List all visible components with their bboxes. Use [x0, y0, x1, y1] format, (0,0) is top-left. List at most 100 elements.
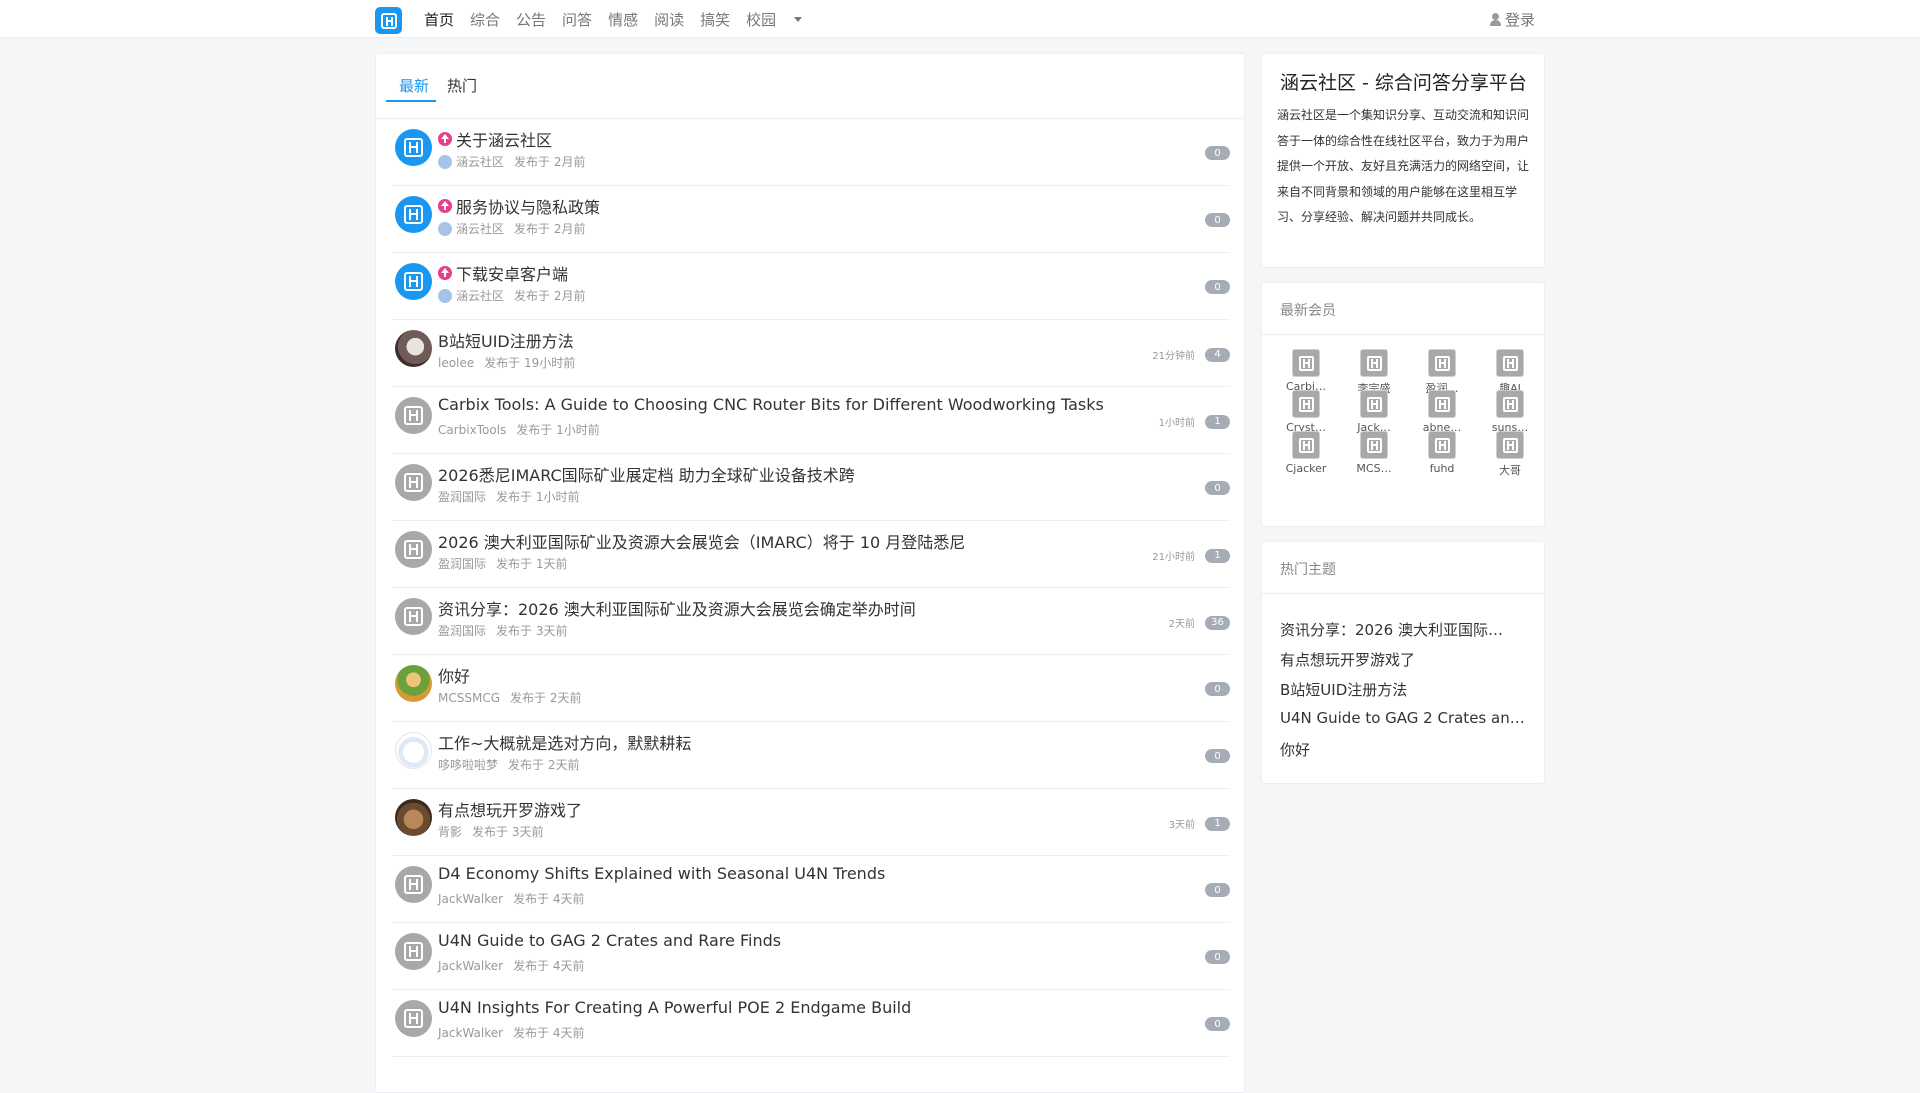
nav-item-reading[interactable]: 阅读 — [654, 9, 684, 30]
topic-title-text: 工作~大概就是选对方向，默默耕耘 — [438, 734, 692, 753]
hot-topic-item[interactable]: 有点想玩开罗游戏了 — [1280, 649, 1530, 679]
topic-posted-time: 发布于 1小时前 — [516, 423, 600, 437]
topic-posted-time: 发布于 1小时前 — [496, 490, 580, 504]
member-item[interactable]: MCS… — [1341, 431, 1403, 479]
topic-row[interactable]: 2026 澳大利亚国际矿业及资源大会展览会（IMARC）将于 10 月登陆悉尼盈… — [392, 521, 1230, 588]
topic-title[interactable]: Carbix Tools: A Guide to Choosing CNC Ro… — [438, 395, 1104, 414]
avatar[interactable] — [395, 263, 432, 300]
topic-title[interactable]: U4N Insights For Creating A Powerful POE… — [438, 998, 911, 1017]
topic-row[interactable]: B站短UID注册方法 leolee 发布于 19小时前 21分钟前 4 — [392, 320, 1230, 387]
topic-title[interactable]: 2026 澳大利亚国际矿业及资源大会展览会（IMARC）将于 10 月登陆悉尼 — [438, 529, 965, 553]
hot-topic-item[interactable]: 你好 — [1280, 739, 1530, 769]
topic-title[interactable]: U4N Guide to GAG 2 Crates and Rare Finds — [438, 931, 781, 950]
topic-title-text: 2026悉尼IMARC国际矿业展定档 助力全球矿业设备技术跨 — [438, 466, 855, 485]
active-tab-indicator — [386, 100, 436, 102]
topic-title[interactable]: D4 Economy Shifts Explained with Seasona… — [438, 864, 885, 883]
hot-topic-item[interactable]: B站短UID注册方法 — [1280, 679, 1530, 709]
about-title: 涵云社区 - 综合问答分享平台 — [1280, 72, 1527, 94]
avatar-logo-icon — [1298, 396, 1314, 412]
topic-author[interactable]: JackWalker — [438, 892, 503, 906]
tab-latest[interactable]: 最新 — [399, 75, 429, 96]
avatar[interactable] — [395, 933, 432, 970]
member-item[interactable]: Cjacker — [1273, 431, 1335, 479]
topic-posted-time: 发布于 2月前 — [514, 289, 586, 303]
topic-row[interactable]: 资讯分享：2026 澳大利亚国际矿业及资源大会展览会确定举办时间 盈润国际 发布于 … — [392, 588, 1230, 655]
nav-item-announcement[interactable]: 公告 — [516, 9, 546, 30]
avatar[interactable] — [395, 196, 432, 233]
login-link[interactable]: 登录 — [1490, 9, 1535, 30]
topic-author[interactable]: MCSSMCG — [438, 691, 500, 705]
topic-title[interactable]: 有点想玩开罗游戏了 — [438, 797, 582, 821]
topic-row[interactable]: 有点想玩开罗游戏了 背影 发布于 3天前 3天前 1 — [392, 789, 1230, 856]
reply-count-badge: 0 — [1205, 883, 1230, 897]
avatar[interactable] — [395, 129, 432, 166]
topic-row[interactable]: 服务协议与隐私政策 涵云社区 发布于 2月前 0 — [392, 186, 1230, 253]
topic-author[interactable]: 涵云社区 — [456, 220, 504, 237]
topic-stats: 0 — [1205, 950, 1230, 964]
avatar[interactable] — [395, 1000, 432, 1037]
topic-author[interactable]: 盈润国际 — [438, 488, 486, 505]
nav-item-home[interactable]: 首页 — [424, 9, 454, 30]
topic-stats: 0 — [1205, 481, 1230, 495]
topic-row[interactable]: U4N Insights For Creating A Powerful POE… — [392, 990, 1230, 1057]
avatar[interactable] — [395, 732, 432, 769]
avatar[interactable] — [395, 531, 432, 568]
topic-row[interactable]: 2026悉尼IMARC国际矿业展定档 助力全球矿业设备技术跨 盈润国际 发布于 1小… — [392, 454, 1230, 521]
topic-author[interactable]: CarbixTools — [438, 423, 506, 437]
nav-item-qa[interactable]: 问答 — [562, 9, 592, 30]
topic-stats: 0 — [1205, 1017, 1230, 1031]
site-logo[interactable] — [375, 7, 402, 34]
topic-title[interactable]: 2026悉尼IMARC国际矿业展定档 助力全球矿业设备技术跨 — [438, 462, 855, 486]
member-avatar — [1428, 349, 1456, 377]
topic-title[interactable]: 关于涵云社区 — [438, 127, 552, 151]
topic-row[interactable]: Carbix Tools: A Guide to Choosing CNC Ro… — [392, 387, 1230, 454]
topic-author[interactable]: 涵云社区 — [456, 287, 504, 304]
topic-author[interactable]: leolee — [438, 356, 474, 370]
avatar[interactable] — [395, 330, 432, 367]
nav-item-emotion[interactable]: 情感 — [608, 9, 638, 30]
topic-author[interactable]: 涵云社区 — [456, 153, 504, 170]
topic-author[interactable]: 哆哆啦啦梦 — [438, 756, 498, 773]
topic-row[interactable]: 关于涵云社区 涵云社区 发布于 2月前 0 — [392, 119, 1230, 186]
author-avatar — [438, 221, 452, 236]
nav-item-campus[interactable]: 校园 — [746, 9, 776, 30]
topic-author[interactable]: 盈润国际 — [438, 555, 486, 572]
topic-title[interactable]: 工作~大概就是选对方向，默默耕耘 — [438, 730, 691, 754]
nav-item-funny[interactable]: 搞笑 — [700, 9, 730, 30]
topic-author[interactable]: 盈润国际 — [438, 622, 486, 639]
pinned-icon — [438, 132, 452, 146]
topic-title[interactable]: 下载安卓客户端 — [438, 261, 568, 285]
topic-meta: 盈润国际 发布于 1天前 — [438, 555, 567, 572]
nav-item-general[interactable]: 综合 — [470, 9, 500, 30]
topic-row[interactable]: 下载安卓客户端 涵云社区 发布于 2月前 0 — [392, 253, 1230, 320]
avatar[interactable] — [395, 799, 432, 836]
topic-meta: 背影 发布于 3天前 — [438, 823, 543, 840]
topic-author[interactable]: JackWalker — [438, 959, 503, 973]
reply-count-badge: 36 — [1205, 615, 1230, 630]
hot-topic-item[interactable]: 资讯分享：2026 澳大利亚国际… — [1280, 619, 1530, 649]
topic-title[interactable]: 你好 — [438, 663, 470, 687]
hot-topic-item[interactable]: U4N Guide to GAG 2 Crates an… — [1280, 709, 1530, 739]
topic-row[interactable]: 你好 MCSSMCG 发布于 2天前 0 — [392, 655, 1230, 722]
topic-author[interactable]: JackWalker — [438, 1026, 503, 1040]
chevron-down-icon[interactable] — [794, 16, 803, 22]
topic-author[interactable]: 背影 — [438, 823, 462, 840]
tab-hot[interactable]: 热门 — [447, 75, 477, 96]
avatar[interactable] — [395, 866, 432, 903]
topic-row[interactable]: U4N Guide to GAG 2 Crates and Rare Finds… — [392, 923, 1230, 990]
topic-title[interactable]: B站短UID注册方法 — [438, 328, 574, 352]
last-reply-time: 3天前 — [1168, 820, 1195, 831]
topic-posted-time: 发布于 4天前 — [513, 959, 585, 973]
topic-meta: 盈润国际 发布于 1小时前 — [438, 488, 579, 505]
topic-row[interactable]: 工作~大概就是选对方向，默默耕耘 哆哆啦啦梦 发布于 2天前 0 — [392, 722, 1230, 789]
topic-row[interactable]: D4 Economy Shifts Explained with Seasona… — [392, 856, 1230, 923]
avatar[interactable] — [395, 665, 432, 702]
member-item[interactable]: 大哥 — [1477, 431, 1539, 479]
topic-title[interactable]: 服务协议与隐私政策 — [438, 194, 600, 218]
user-icon — [1490, 13, 1501, 26]
topic-title[interactable]: 资讯分享：2026 澳大利亚国际矿业及资源大会展览会确定举办时间 — [438, 596, 916, 620]
avatar[interactable] — [395, 598, 432, 635]
avatar[interactable] — [395, 397, 432, 434]
avatar[interactable] — [395, 464, 432, 501]
member-item[interactable]: fuhd — [1409, 431, 1471, 479]
